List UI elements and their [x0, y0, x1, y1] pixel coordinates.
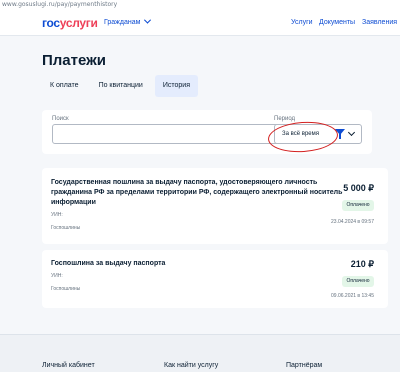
- audience-selector[interactable]: Гражданам: [104, 16, 152, 26]
- search-input[interactable]: [52, 124, 304, 144]
- logo-text-part2: услуги: [59, 16, 98, 30]
- footer-link-find-service[interactable]: Как найти услугу: [164, 362, 218, 369]
- logo-text-part1: гос: [42, 16, 60, 30]
- nav-link-documents[interactable]: Документы: [319, 19, 355, 26]
- payment-date: 09.06.2021 в 13:45: [331, 293, 374, 299]
- site-header: госуслуги Гражданам Услуги Документы Зая…: [0, 10, 400, 36]
- page-title: Платежи: [42, 52, 106, 69]
- audience-label: Гражданам: [104, 19, 141, 26]
- browser-address-bar[interactable]: www.gosuslugi.ru/pay/paymenthistory: [0, 0, 400, 10]
- chevron-down-icon: [347, 128, 356, 137]
- payment-title: Государственная пошлина за выдачу паспор…: [51, 179, 343, 206]
- nav-link-applications[interactable]: Заявления: [362, 19, 397, 26]
- tab-history[interactable]: История: [154, 75, 198, 97]
- payment-title: Госпошлина за выдачу паспорта: [51, 260, 166, 267]
- payment-card[interactable]: Государственная пошлина за выдачу паспор…: [42, 168, 388, 244]
- payment-uin-label: УИН:: [51, 273, 63, 279]
- footer-link-partners[interactable]: Партнёрам: [286, 362, 322, 369]
- gosuslugi-logo[interactable]: госуслуги: [42, 16, 98, 30]
- payment-payee: Госпошлины: [51, 286, 81, 292]
- payment-amount: 5 000 ₽: [343, 183, 374, 193]
- payment-date: 23.04.2024 в 09:57: [331, 219, 374, 225]
- payment-card[interactable]: Госпошлина за выдачу паспорта 210 ₽ Опла…: [42, 250, 388, 308]
- payment-amount: 210 ₽: [350, 259, 374, 269]
- payment-uin-label: УИН:: [51, 212, 63, 218]
- status-badge: Оплачено: [342, 200, 374, 211]
- url-text: www.gosuslugi.ru/pay/paymenthistory: [2, 1, 118, 8]
- chevron-down-icon: [144, 16, 152, 24]
- nav-link-services[interactable]: Услуги: [291, 19, 313, 26]
- status-badge: Оплачено: [342, 276, 374, 287]
- payment-tabs: К оплате По квитанции История: [42, 75, 202, 97]
- tab-by-receipt[interactable]: По квитанции: [91, 75, 151, 97]
- tab-to-pay[interactable]: К оплате: [42, 75, 87, 97]
- footer-link-account[interactable]: Личный кабинет: [42, 362, 95, 369]
- period-label: Период: [274, 116, 296, 122]
- payment-payee: Госпошлины: [51, 225, 81, 231]
- search-label: Поиск: [52, 116, 69, 122]
